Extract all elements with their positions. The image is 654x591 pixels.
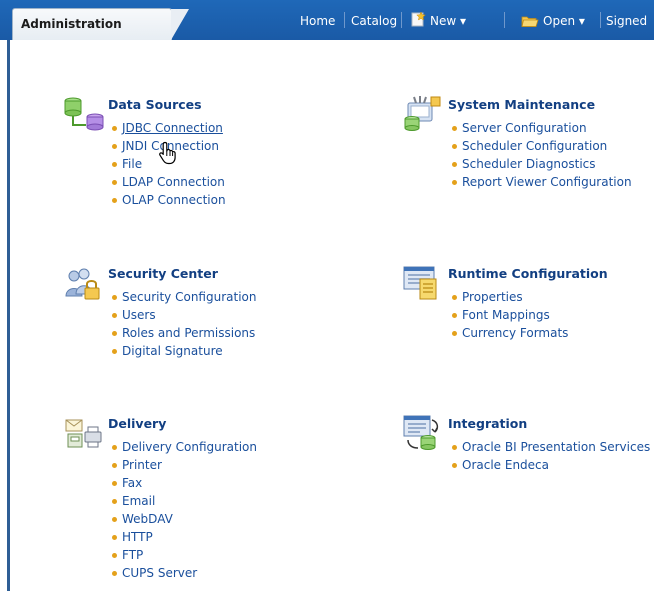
- nav-divider: [600, 12, 601, 28]
- signed-in-user[interactable]: Signed: [606, 14, 647, 28]
- section-title: Integration: [448, 416, 528, 431]
- link-http[interactable]: HTTP: [112, 528, 257, 546]
- link-delivery-configuration[interactable]: Delivery Configuration: [112, 438, 257, 456]
- open-menu[interactable]: Open ▾: [543, 14, 585, 28]
- link-scheduler-diagnostics[interactable]: Scheduler Diagnostics: [452, 155, 632, 173]
- section-delivery: Delivery Delivery Configuration Printer …: [108, 416, 257, 582]
- database-icon: [62, 95, 104, 137]
- link-server-configuration[interactable]: Server Configuration: [452, 119, 632, 137]
- section-title: Runtime Configuration: [448, 266, 608, 281]
- link-webdav[interactable]: WebDAV: [112, 510, 257, 528]
- link-scheduler-configuration[interactable]: Scheduler Configuration: [452, 137, 632, 155]
- section-integration: Integration Oracle BI Presentation Servi…: [448, 416, 650, 474]
- folder-open-icon: [521, 13, 539, 32]
- link-digital-signature[interactable]: Digital Signature: [112, 342, 256, 360]
- top-bar: Administration Home Catalog New ▾ Open ▾…: [0, 0, 654, 40]
- link-oracle-endeca[interactable]: Oracle Endeca: [452, 456, 650, 474]
- nav-divider: [344, 12, 345, 28]
- link-cups-server[interactable]: CUPS Server: [112, 564, 257, 582]
- catalog-link[interactable]: Catalog: [351, 14, 397, 28]
- section-security-center: Security Center Security Configuration U…: [108, 266, 256, 360]
- link-font-mappings[interactable]: Font Mappings: [452, 306, 608, 324]
- section-runtime-configuration: Runtime Configuration Properties Font Ma…: [448, 266, 608, 342]
- security-icon: [62, 266, 104, 306]
- hand-cursor-icon: [158, 141, 180, 169]
- link-jdbc-connection[interactable]: JDBC Connection: [112, 119, 226, 137]
- home-link[interactable]: Home: [300, 14, 335, 28]
- link-properties[interactable]: Properties: [452, 288, 608, 306]
- nav-divider: [401, 12, 402, 28]
- section-title: System Maintenance: [448, 97, 596, 112]
- link-ldap-connection[interactable]: LDAP Connection: [112, 173, 226, 191]
- link-users[interactable]: Users: [112, 306, 256, 324]
- runtime-config-icon: [402, 265, 442, 305]
- tab-administration[interactable]: Administration: [12, 8, 189, 40]
- section-system-maintenance: System Maintenance Server Configuration …: [448, 97, 632, 191]
- section-title: Security Center: [108, 266, 218, 281]
- link-oracle-bi-presentation-services[interactable]: Oracle BI Presentation Services: [452, 438, 650, 456]
- delivery-icon: [64, 418, 104, 454]
- link-fax[interactable]: Fax: [112, 474, 257, 492]
- link-olap-connection[interactable]: OLAP Connection: [112, 191, 226, 209]
- section-title: Data Sources: [108, 97, 202, 112]
- link-ftp[interactable]: FTP: [112, 546, 257, 564]
- link-roles-and-permissions[interactable]: Roles and Permissions: [112, 324, 256, 342]
- link-report-viewer-configuration[interactable]: Report Viewer Configuration: [452, 173, 632, 191]
- new-icon: [410, 11, 427, 32]
- link-security-configuration[interactable]: Security Configuration: [112, 288, 256, 306]
- maintenance-icon: [402, 95, 442, 135]
- integration-icon: [402, 414, 442, 456]
- new-menu[interactable]: New ▾: [430, 14, 466, 28]
- section-title: Delivery: [108, 416, 167, 431]
- link-currency-formats[interactable]: Currency Formats: [452, 324, 608, 342]
- link-email[interactable]: Email: [112, 492, 257, 510]
- nav-divider: [504, 12, 505, 28]
- link-printer[interactable]: Printer: [112, 456, 257, 474]
